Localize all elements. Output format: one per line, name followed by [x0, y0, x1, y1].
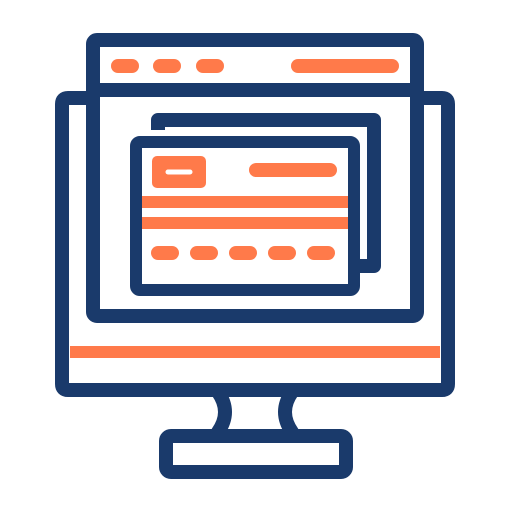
online-payment-card-icon [55, 33, 455, 479]
credit-card-icon [130, 136, 360, 296]
monitor-neck-right [278, 385, 299, 439]
monitor-neck-left [211, 385, 232, 439]
icon-canvas [0, 0, 512, 512]
monitor-base [159, 429, 353, 479]
